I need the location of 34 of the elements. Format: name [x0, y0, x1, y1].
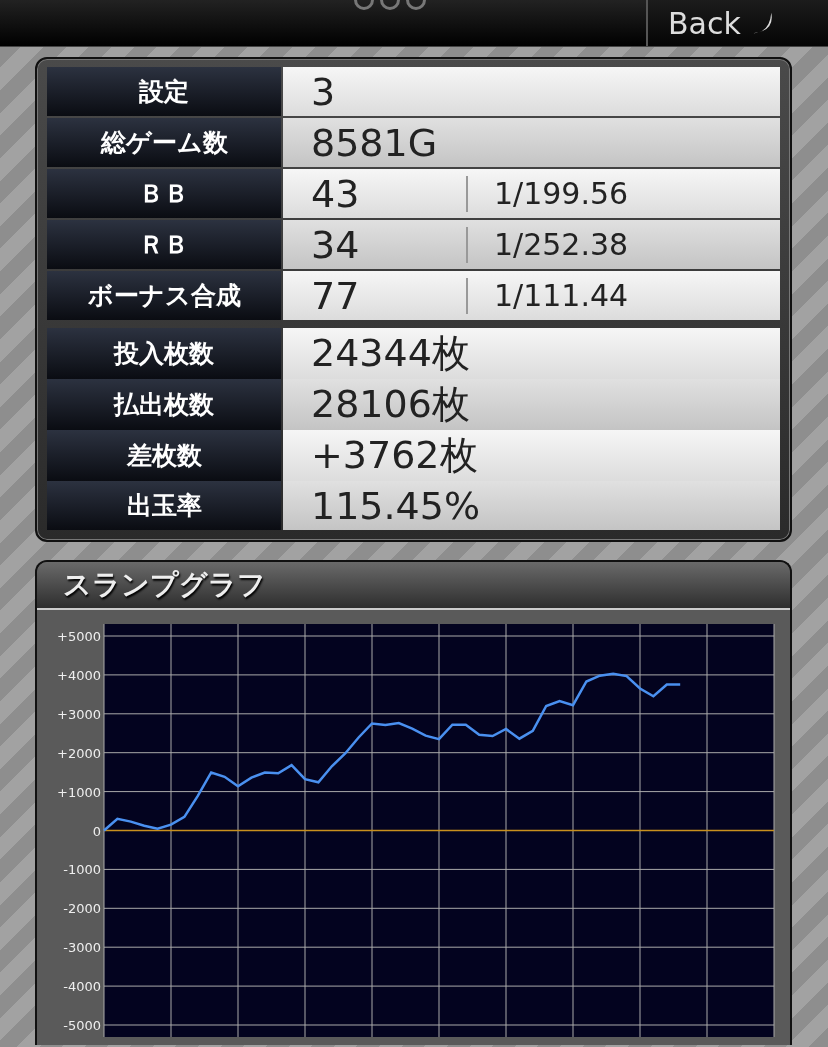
row-label: 設定: [47, 67, 281, 116]
rate-text: 1/199.56: [466, 175, 629, 212]
axis-label: -5000: [63, 1018, 101, 1033]
row-label: 総ゲーム数: [47, 118, 281, 167]
row-label: 出玉率: [47, 481, 281, 530]
row-label: ＲＢ: [47, 220, 281, 269]
row-label: 投入枚数: [47, 328, 281, 379]
graph-title: スランプグラフ: [63, 567, 266, 603]
row-label: 払出枚数: [47, 379, 281, 430]
axis-label: -1000: [63, 862, 101, 878]
axis-label: 0: [92, 823, 101, 839]
axis-label: -3000: [63, 940, 101, 956]
value-text: 24344枚: [310, 330, 470, 377]
value-text: +3762枚: [310, 432, 478, 479]
back-button[interactable]: Back: [646, 0, 828, 46]
axis-label: +2000: [57, 745, 101, 761]
value-text: 34: [310, 222, 361, 267]
rate-text: 1/252.38: [466, 226, 629, 263]
axis-label: +3000: [57, 706, 101, 722]
value-text: 43: [310, 171, 361, 216]
value-text: 77: [310, 273, 361, 318]
rate-text: 1/111.44: [466, 277, 629, 314]
axis-label: +4000: [57, 667, 101, 683]
value-text: 115.45%: [310, 483, 481, 528]
value-text: 8581G: [310, 120, 438, 165]
axis-label: +5000: [57, 629, 101, 644]
row-label: ボーナス合成: [47, 271, 281, 320]
value-text: 3: [310, 69, 336, 114]
row-label: 差枚数: [47, 430, 281, 481]
axis-label: -2000: [63, 901, 101, 917]
axis-label: +1000: [57, 784, 101, 800]
row-label: ＢＢ: [47, 169, 281, 218]
axis-label: -4000: [63, 979, 101, 995]
value-text: 28106枚: [310, 381, 470, 428]
